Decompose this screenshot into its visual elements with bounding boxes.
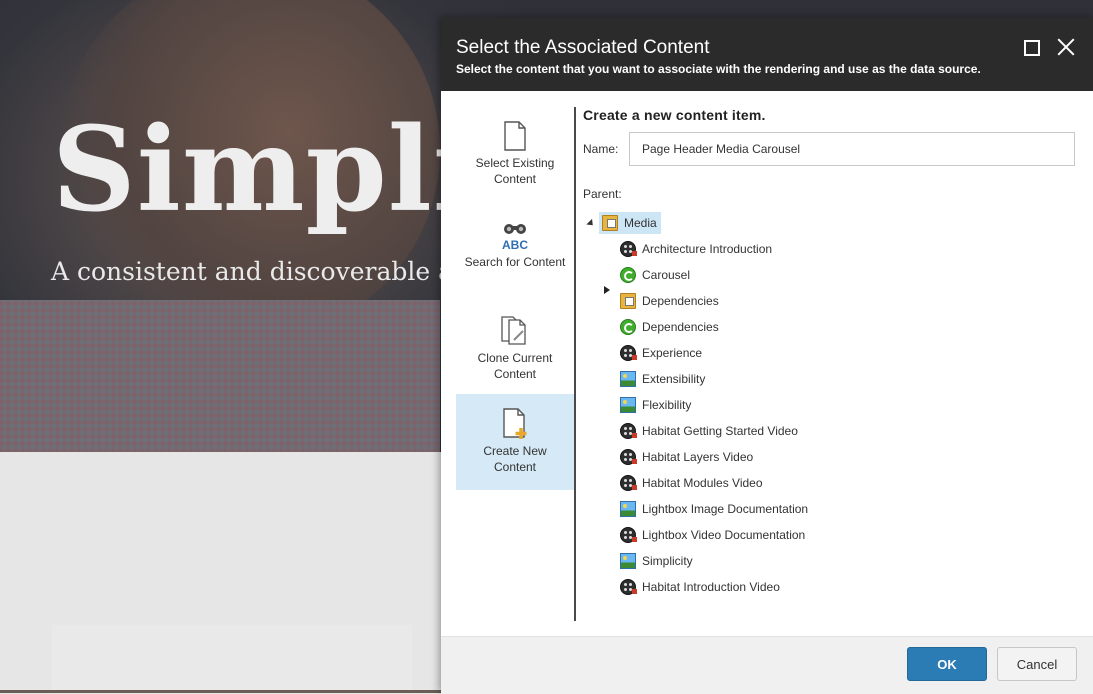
tree-node[interactable]: Extensibility <box>620 368 705 390</box>
maximize-button[interactable] <box>1020 37 1042 59</box>
tree-node[interactable]: Habitat Introduction Video <box>620 576 780 598</box>
new-document-icon <box>503 408 527 439</box>
tree-node[interactable]: Dependencies <box>620 290 719 312</box>
tree-node-label: Simplicity <box>642 554 693 568</box>
carousel-icon <box>620 267 636 283</box>
hero-subtitle: A consistent and discoverable a <box>51 257 454 286</box>
tree-node-label: Extensibility <box>642 372 706 386</box>
page-card <box>52 625 412 693</box>
tree-node-label: Dependencies <box>642 320 719 334</box>
tree-node[interactable]: Experience <box>620 342 702 364</box>
tree-node-label: Habitat Introduction Video <box>642 580 780 594</box>
tree-node[interactable]: Simplicity <box>620 550 693 572</box>
tree-node[interactable]: Habitat Modules Video <box>620 472 763 494</box>
tree-node-label: Dependencies <box>642 294 719 308</box>
tree-node[interactable]: Habitat Layers Video <box>620 446 753 468</box>
svg-text:ABC: ABC <box>502 238 528 252</box>
select-associated-content-dialog: Select the Associated Content Select the… <box>441 17 1093 694</box>
ok-button[interactable]: OK <box>907 647 987 681</box>
image-icon <box>620 397 636 413</box>
tree-node-label: Carousel <box>642 268 691 282</box>
tree-node-label: Lightbox Video Documentation <box>642 528 806 542</box>
clone-document-icon <box>501 316 526 345</box>
option-label: Search for Content <box>464 255 566 269</box>
option-clone[interactable]: Clone Current Content <box>456 315 574 395</box>
image-icon <box>620 553 636 569</box>
tree-node[interactable]: Lightbox Video Documentation <box>620 524 805 546</box>
tree-node-label: Experience <box>642 346 703 360</box>
tree-node[interactable]: Dependencies <box>620 316 719 338</box>
tree-node[interactable]: Architecture Introduction <box>620 238 772 260</box>
option-select-existing[interactable]: Select Existing Content <box>456 105 574 195</box>
film-icon <box>620 345 637 361</box>
film-icon <box>620 579 637 595</box>
tree-node-label: Habitat Modules Video <box>642 476 763 490</box>
image-icon <box>620 371 636 387</box>
film-icon <box>620 241 637 257</box>
image-icon <box>620 501 636 517</box>
media-folder-icon <box>602 215 618 231</box>
option-label: Select Existing Content <box>475 156 555 186</box>
tree-node-label: Media <box>624 216 657 230</box>
tree-node-label: Flexibility <box>642 398 692 412</box>
tree-node[interactable]: Carousel <box>620 264 690 286</box>
tree-node-label: Architecture Introduction <box>642 242 773 256</box>
maximize-icon <box>1024 40 1040 56</box>
cancel-button[interactable]: Cancel <box>997 647 1077 681</box>
carousel-icon <box>620 319 636 335</box>
tree-node-label: Habitat Layers Video <box>642 450 754 464</box>
hero-photo-shirt <box>0 300 440 452</box>
panel-divider <box>574 107 576 621</box>
film-icon <box>620 527 637 543</box>
close-button[interactable] <box>1055 37 1077 59</box>
tree-node-label: Habitat Getting Started Video <box>642 424 798 438</box>
tree-node-label: Lightbox Image Documentation <box>642 502 809 516</box>
tree-node[interactable]: Flexibility <box>620 394 691 416</box>
dialog-header: Select the Associated Content Select the… <box>441 17 1093 91</box>
tree-node[interactable]: Habitat Getting Started Video <box>620 420 798 442</box>
hero-title: Simpli <box>52 102 478 238</box>
option-create-new[interactable]: Create New Content <box>456 394 574 490</box>
collapse-arrow-icon[interactable] <box>586 218 596 229</box>
panel-heading: Create a new content item. <box>583 107 766 123</box>
film-icon <box>620 475 637 491</box>
expand-arrow-icon[interactable] <box>604 286 610 294</box>
dialog-title: Select the Associated Content <box>456 37 710 58</box>
media-folder-icon <box>620 293 636 309</box>
parent-label: Parent: <box>583 187 622 201</box>
document-icon <box>504 121 526 151</box>
tree-node[interactable]: Lightbox Image Documentation <box>620 498 808 520</box>
film-icon <box>620 423 637 439</box>
dialog-footer: OK Cancel <box>441 636 1093 694</box>
option-label: Clone Current Content <box>477 351 553 381</box>
dialog-subtitle: Select the content that you want to asso… <box>456 62 981 76</box>
name-label: Name: <box>583 142 619 156</box>
name-input[interactable] <box>629 132 1075 166</box>
option-label: Create New Content <box>483 444 547 474</box>
option-search[interactable]: ABC Search for Content <box>456 222 574 282</box>
film-icon <box>620 449 637 465</box>
tree-node-media[interactable]: Media <box>599 212 661 234</box>
binoculars-abc-icon: ABC <box>502 224 528 252</box>
